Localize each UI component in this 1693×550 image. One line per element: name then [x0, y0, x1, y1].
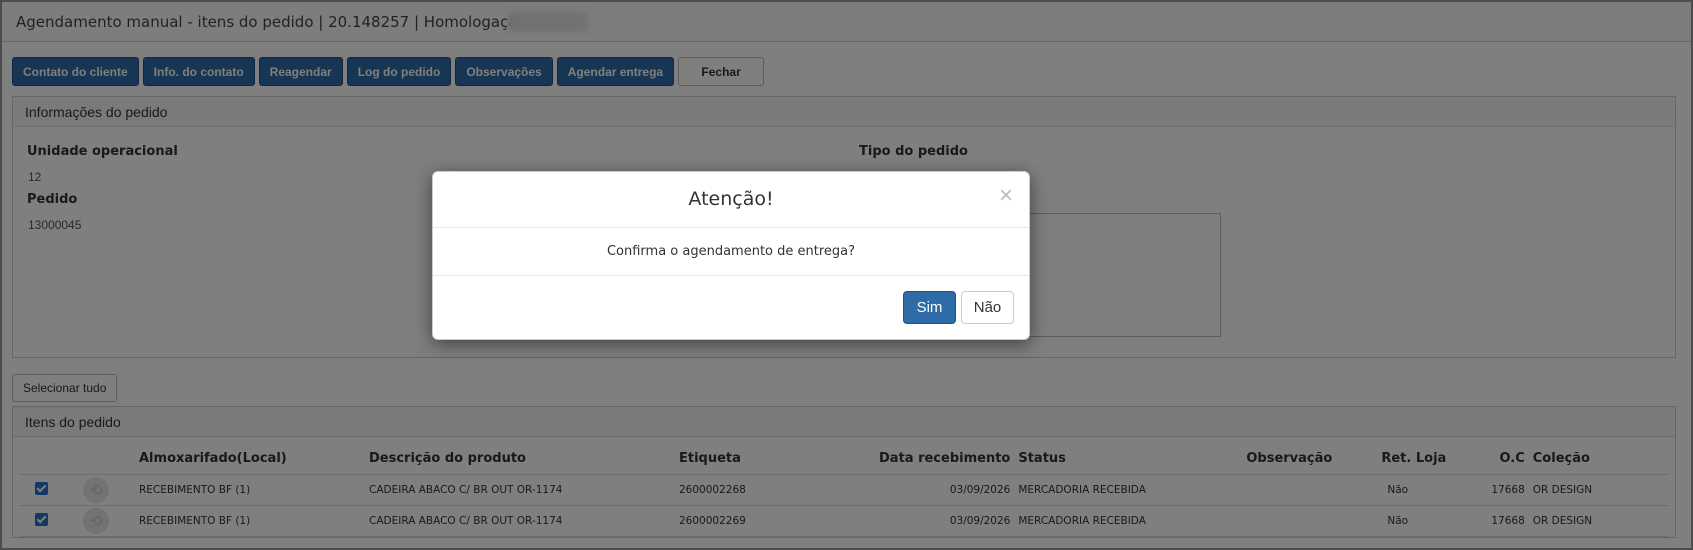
dialog-footer: Sim Não	[433, 276, 1029, 340]
dialog-message: Confirma o agendamento de entrega?	[433, 228, 1029, 276]
confirmation-dialog: Atenção! × Confirma o agendamento de ent…	[432, 171, 1030, 340]
close-icon[interactable]: ×	[999, 184, 1013, 208]
confirm-no-button[interactable]: Não	[961, 291, 1014, 324]
dialog-title: Atenção!	[688, 188, 774, 210]
dialog-header: Atenção! ×	[433, 172, 1029, 228]
confirm-yes-button[interactable]: Sim	[903, 291, 956, 324]
